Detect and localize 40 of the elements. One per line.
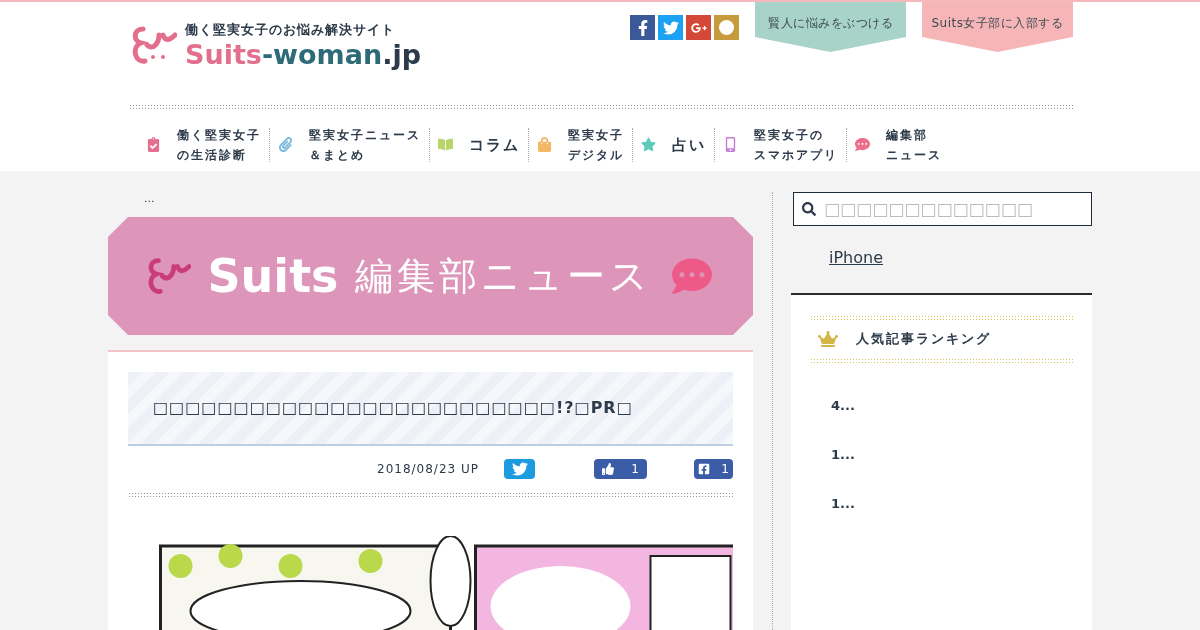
breadcrumb: ...: [144, 191, 156, 207]
share-button[interactable]: 1: [694, 459, 733, 479]
nav-link[interactable]: 堅実女子ニュース ＆まとめ: [309, 124, 421, 165]
ranking-heading: 人気記事ランキング: [856, 330, 991, 349]
nav-link[interactable]: 編集部 ニュース: [886, 124, 942, 165]
google-plus-icon[interactable]: [686, 15, 711, 40]
nav-link[interactable]: 堅実女子の スマホアプリ: [754, 124, 838, 165]
clipboard-icon: [146, 137, 161, 152]
banner-brand: Suits: [207, 247, 339, 305]
sidebar-link[interactable]: iPhone: [829, 246, 1092, 270]
tweet-button[interactable]: [504, 459, 535, 479]
book-icon: [438, 137, 453, 152]
nav-link[interactable]: 働く堅実女子 の生活診断: [177, 124, 261, 165]
nav-link[interactable]: 堅実女子 デジタル: [568, 124, 624, 165]
article-title: □□□□□□□□□□□□□□□□□□□□□□□□□!?□PR□: [153, 397, 633, 419]
bag-icon: [537, 137, 552, 152]
site-tagline: 働く堅実女子のお悩み解決サイト: [185, 21, 396, 39]
thumbs-up-icon: [602, 463, 614, 475]
crown-icon: [818, 330, 838, 348]
header-button[interactable]: 賢人に悩みをぶつける: [755, 2, 906, 52]
star-icon: [641, 137, 656, 152]
banner-title: 編集部ニュース: [354, 252, 652, 300]
nav-link[interactable]: 占い: [672, 134, 706, 155]
search-field[interactable]: □□□□□□□□□□□□□: [793, 192, 1092, 226]
ranking-item[interactable]: 4...: [831, 396, 1073, 412]
ranking-item[interactable]: 1...: [831, 494, 1073, 510]
facebook-icon: [698, 463, 710, 475]
chat-icon: [855, 137, 870, 152]
nav-link[interactable]: コラム: [469, 134, 520, 155]
bird-icon: [511, 461, 528, 477]
like-button[interactable]: 1: [594, 459, 647, 479]
search-icon: [802, 202, 816, 216]
header-button[interactable]: Suits女子部に入部する: [922, 2, 1073, 52]
site-logo[interactable]: Suits-woman.jp: [185, 39, 422, 70]
twitter-icon[interactable]: [658, 15, 683, 40]
article-date: 2018/08/23 UP: [377, 461, 479, 478]
paperclip-icon: [278, 137, 293, 152]
facebook-icon[interactable]: [630, 15, 655, 40]
ranking-item[interactable]: 1...: [831, 445, 1073, 461]
phone-icon: [723, 137, 738, 152]
